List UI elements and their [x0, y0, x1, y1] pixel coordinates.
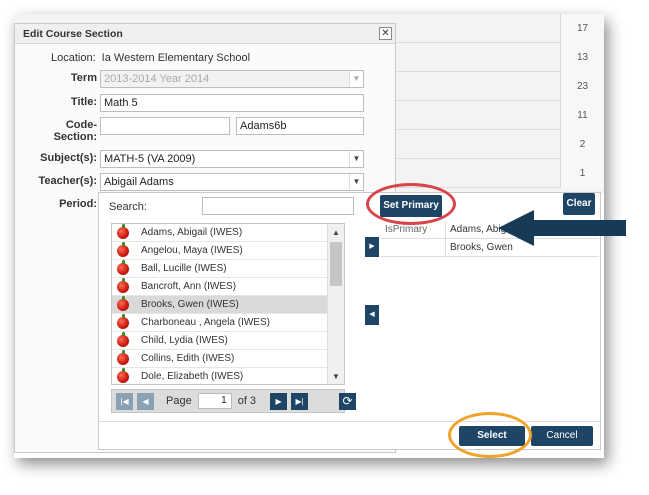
teacher-name: Dole, Elizabeth (IWES)	[141, 371, 244, 382]
title-input[interactable]: Math 5	[100, 94, 364, 112]
section-input[interactable]: Adams6b	[236, 117, 364, 135]
bg-count: 13	[560, 43, 604, 72]
list-item[interactable]: Child, Lydia (IWES)	[112, 331, 328, 350]
term-label-wrap: Term	[15, 72, 97, 84]
scroll-up-icon[interactable]: ▲	[328, 226, 344, 240]
pointer-arrow-icon	[498, 210, 626, 246]
apple-icon	[117, 313, 129, 329]
page-label: Page	[166, 395, 192, 407]
apple-icon	[117, 224, 129, 239]
period-label-wrap: Period:	[15, 198, 97, 210]
scroll-down-icon[interactable]: ▼	[328, 370, 344, 384]
term-value: 2013-2014 Year 2014	[104, 73, 210, 85]
chevron-down-icon: ▼	[349, 174, 363, 190]
location-value: Ia Western Elementary School	[101, 52, 251, 64]
list-item[interactable]: Ball, Lucille (IWES)	[112, 259, 328, 278]
cancel-button[interactable]: Cancel	[531, 426, 593, 446]
teacher-list: Adams, Abigail (IWES) Angelou, Maya (IWE…	[111, 223, 345, 385]
list-item[interactable]: Bancroft, Ann (IWES)	[112, 277, 328, 296]
title-label: Title:	[70, 96, 97, 108]
teacher-name: Child, Lydia (IWES)	[141, 335, 228, 346]
list-item-selected[interactable]: Brooks, Gwen (IWES)	[112, 295, 328, 314]
set-primary-button[interactable]: Set Primary	[380, 195, 442, 217]
first-page-icon[interactable]: |◀	[116, 392, 133, 410]
apple-icon	[117, 295, 129, 311]
pointer-arrow-shape	[498, 210, 626, 246]
bg-count: 11	[560, 101, 604, 130]
code-section-label: Code- Section:	[15, 119, 97, 143]
title-label-wrap: Title:	[15, 96, 97, 108]
refresh-icon[interactable]: ⟳	[339, 393, 356, 410]
apple-icon	[117, 241, 129, 257]
select-button[interactable]: Select	[459, 426, 525, 446]
pager: |◀ ◀ Page 1 of 3 ▶ ▶|	[111, 389, 345, 413]
teachers-label: Teacher(s):	[38, 175, 97, 187]
teacher-name: Ball, Lucille (IWES)	[141, 263, 227, 274]
subjects-value: MATH-5 (VA 2009)	[104, 153, 196, 165]
section-label: Section:	[53, 131, 97, 143]
bg-count: 23	[560, 72, 604, 101]
scroll-thumb[interactable]	[330, 242, 342, 286]
code-input[interactable]	[100, 117, 230, 135]
list-item[interactable]: Adams, Abigail (IWES)	[112, 224, 328, 242]
list-item[interactable]: Collins, Edith (IWES)	[112, 349, 328, 368]
move-left-icon[interactable]: ◀	[365, 305, 379, 325]
location-label: Location:	[51, 52, 96, 64]
subjects-label-wrap: Subject(s):	[15, 152, 97, 164]
teacher-name: Collins, Edith (IWES)	[141, 353, 235, 364]
next-page-icon[interactable]: ▶	[270, 392, 288, 410]
apple-icon	[117, 277, 129, 293]
move-right-icon[interactable]: ▶	[365, 237, 379, 257]
teachers-label-wrap: Teacher(s):	[15, 175, 97, 187]
location-row: Location: Ia Western Elementary School	[51, 52, 250, 64]
page-total: of 3	[237, 395, 257, 407]
period-label: Period:	[59, 198, 97, 210]
subjects-select[interactable]: MATH-5 (VA 2009) ▼	[100, 150, 364, 168]
search-input[interactable]	[202, 197, 354, 215]
isprimary-cell	[381, 239, 445, 257]
term-label: Term	[70, 72, 97, 84]
list-item[interactable]: Angelou, Maya (IWES)	[112, 241, 328, 260]
footer-divider	[99, 421, 600, 422]
page-input[interactable]: 1	[197, 393, 232, 409]
isprimary-header: IsPrimary	[381, 221, 445, 239]
apple-icon	[117, 367, 129, 383]
apple-icon	[117, 331, 129, 347]
search-label: Search:	[109, 201, 147, 213]
teacher-name: Brooks, Gwen (IWES)	[141, 299, 239, 310]
prev-page-icon[interactable]: ◀	[137, 392, 154, 410]
chevron-down-icon: ▼	[349, 71, 363, 87]
teachers-value: Abigail Adams	[104, 176, 174, 188]
teachers-select[interactable]: Abigail Adams ▼	[100, 173, 364, 191]
code-label: Code-	[65, 119, 97, 131]
list-item[interactable]: Charboneau , Angela (IWES)	[112, 313, 328, 332]
last-page-icon[interactable]: ▶|	[291, 392, 309, 410]
bg-count: 1	[560, 159, 604, 188]
list-scrollbar[interactable]: ▲ ▼	[327, 224, 344, 384]
apple-icon	[117, 259, 129, 275]
bg-count: 17	[560, 14, 604, 43]
teacher-name: Charboneau , Angela (IWES)	[141, 317, 270, 328]
teacher-name: Adams, Abigail (IWES)	[141, 227, 243, 238]
chevron-down-icon: ▼	[349, 151, 363, 167]
bg-count: 2	[560, 130, 604, 159]
teacher-name: Bancroft, Ann (IWES)	[141, 281, 237, 292]
list-item[interactable]: Dole, Elizabeth (IWES)	[112, 367, 328, 384]
apple-icon	[117, 349, 129, 365]
teacher-name: Angelou, Maya (IWES)	[141, 245, 243, 256]
term-select[interactable]: 2013-2014 Year 2014 ▼	[100, 70, 364, 88]
dialog-title: Edit Course Section	[15, 24, 395, 44]
close-icon[interactable]: ✕	[379, 27, 392, 40]
subjects-label: Subject(s):	[40, 152, 97, 164]
